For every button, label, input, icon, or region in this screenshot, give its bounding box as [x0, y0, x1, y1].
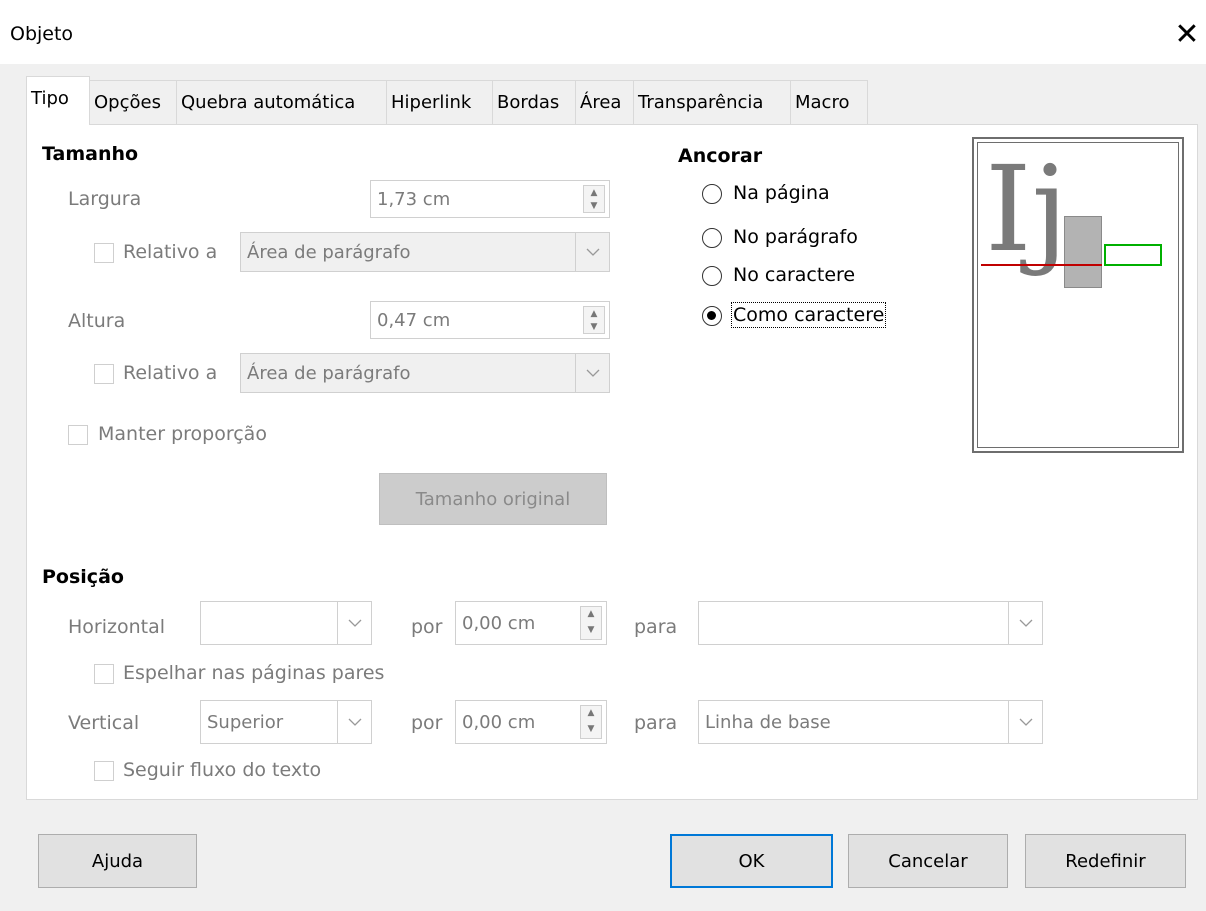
manter-proporcao-label: Manter proporção	[98, 423, 267, 445]
altura-spin-buttons[interactable]: ▲ ▼	[583, 306, 605, 334]
altura-relativo-label: Relativo a	[123, 362, 218, 384]
altura-label: Altura	[68, 310, 126, 332]
manter-proporcao-checkbox[interactable]	[68, 425, 88, 445]
chevron-down-icon	[337, 701, 371, 743]
largura-label: Largura	[68, 188, 142, 210]
altura-value: 0,47 cm	[377, 309, 451, 331]
largura-relativo-label: Relativo a	[123, 241, 218, 263]
help-button[interactable]: Ajuda	[38, 834, 197, 888]
tamanho-heading: Tamanho	[42, 143, 139, 165]
largura-spin-buttons[interactable]: ▲ ▼	[583, 185, 605, 213]
tab-transparencia[interactable]: Transparência	[633, 80, 791, 124]
cancel-button[interactable]: Cancelar	[848, 834, 1008, 888]
tab-quebra-automatica[interactable]: Quebra automática	[176, 80, 387, 124]
tab-bordas[interactable]: Bordas	[492, 80, 576, 124]
seguir-fluxo-checkbox[interactable]	[94, 761, 114, 781]
chevron-down-icon	[575, 354, 609, 392]
horizontal-para-label: para	[634, 616, 678, 638]
seguir-fluxo-label: Seguir fluxo do texto	[123, 759, 322, 781]
horizontal-por-value: 0,00 cm	[462, 612, 536, 634]
largura-value: 1,73 cm	[377, 188, 451, 210]
no-paragrafo-label: No parágrafo	[733, 226, 858, 248]
na-pagina-label: Na página	[733, 182, 830, 204]
preview-glyphs: Ij	[985, 140, 1069, 278]
horizontal-por-label: por	[411, 616, 443, 638]
vertical-value: Superior	[207, 711, 284, 733]
horizontal-por-spin-buttons[interactable]: ▲ ▼	[580, 606, 602, 640]
altura-relativo-checkbox[interactable]	[94, 364, 114, 384]
radio-na-pagina[interactable]	[702, 184, 722, 204]
radio-no-paragrafo[interactable]	[702, 228, 722, 248]
tab-area[interactable]: Área	[575, 80, 634, 124]
preview-object-box	[1064, 216, 1102, 288]
title-bar	[0, 0, 1206, 64]
tab-tipo[interactable]: Tipo	[26, 76, 90, 125]
tamanho-original-button[interactable]: Tamanho original	[379, 473, 607, 525]
chevron-down-icon	[1008, 602, 1042, 644]
espelhar-checkbox[interactable]	[94, 664, 114, 684]
preview-frame	[1104, 244, 1162, 266]
vertical-select[interactable]: Superior	[200, 700, 372, 744]
radio-como-caractere[interactable]	[702, 306, 722, 326]
vertical-label: Vertical	[68, 712, 140, 734]
window-title: Objeto	[10, 23, 74, 45]
no-caractere-label: No caractere	[733, 264, 856, 286]
vertical-por-label: por	[411, 712, 443, 734]
vertical-por-value: 0,00 cm	[462, 711, 536, 733]
altura-relativo-value: Área de parágrafo	[247, 362, 411, 384]
largura-relativo-select[interactable]: Área de parágrafo	[240, 232, 610, 272]
ancorar-heading: Ancorar	[678, 145, 763, 167]
vertical-por-spinbox[interactable]: 0,00 cm ▲ ▼	[455, 700, 607, 744]
chevron-down-icon	[337, 602, 371, 644]
chevron-down-icon	[1008, 701, 1042, 743]
chevron-down-icon	[575, 233, 609, 271]
close-icon[interactable]: ✕	[1168, 16, 1206, 54]
radio-no-caractere[interactable]	[702, 266, 722, 286]
tab-hiperlink[interactable]: Hiperlink	[386, 80, 493, 124]
posicao-heading: Posição	[42, 566, 124, 588]
como-caractere-label: Como caractere	[730, 302, 887, 328]
preview-baseline	[981, 264, 1102, 266]
espelhar-label: Espelhar nas páginas pares	[123, 662, 385, 684]
largura-relativo-value: Área de parágrafo	[247, 241, 411, 263]
tab-macro[interactable]: Macro	[790, 80, 868, 124]
altura-spinbox[interactable]: 0,47 cm ▲ ▼	[370, 301, 610, 339]
ok-button[interactable]: OK	[670, 834, 833, 888]
tab-opcoes[interactable]: Opções	[89, 80, 177, 124]
vertical-para-label: para	[634, 712, 678, 734]
largura-relativo-checkbox[interactable]	[94, 243, 114, 263]
horizontal-select[interactable]	[200, 601, 372, 645]
reset-button[interactable]: Redefinir	[1025, 834, 1186, 888]
vertical-por-spin-buttons[interactable]: ▲ ▼	[580, 705, 602, 739]
horizontal-para-select[interactable]	[698, 601, 1043, 645]
largura-spinbox[interactable]: 1,73 cm ▲ ▼	[370, 180, 610, 218]
horizontal-por-spinbox[interactable]: 0,00 cm ▲ ▼	[455, 601, 607, 645]
vertical-para-value: Linha de base	[705, 711, 831, 733]
vertical-para-select[interactable]: Linha de base	[698, 700, 1043, 744]
horizontal-label: Horizontal	[68, 616, 166, 638]
altura-relativo-select[interactable]: Área de parágrafo	[240, 353, 610, 393]
